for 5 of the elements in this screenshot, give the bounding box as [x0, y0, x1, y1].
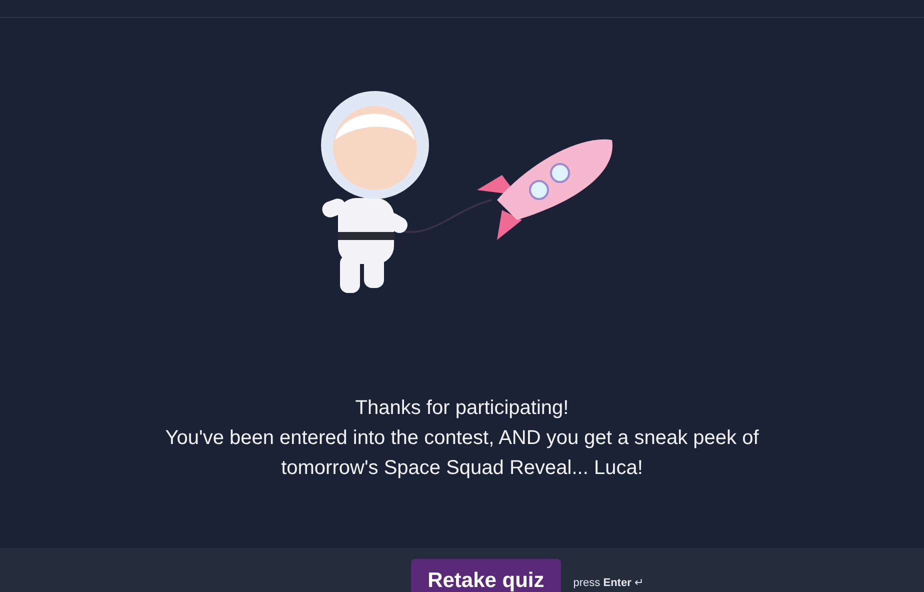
keyboard-hint: press Enter ↵ [573, 576, 644, 589]
retake-quiz-button[interactable]: Retake quiz [410, 559, 562, 592]
message-line: You've been entered into the contest, AND you get a sneak peek of [165, 426, 759, 451]
message-line: tomorrow's Space Squad Reveal... Luca! [280, 456, 644, 481]
message-line: Thanks for participating! [354, 396, 570, 421]
